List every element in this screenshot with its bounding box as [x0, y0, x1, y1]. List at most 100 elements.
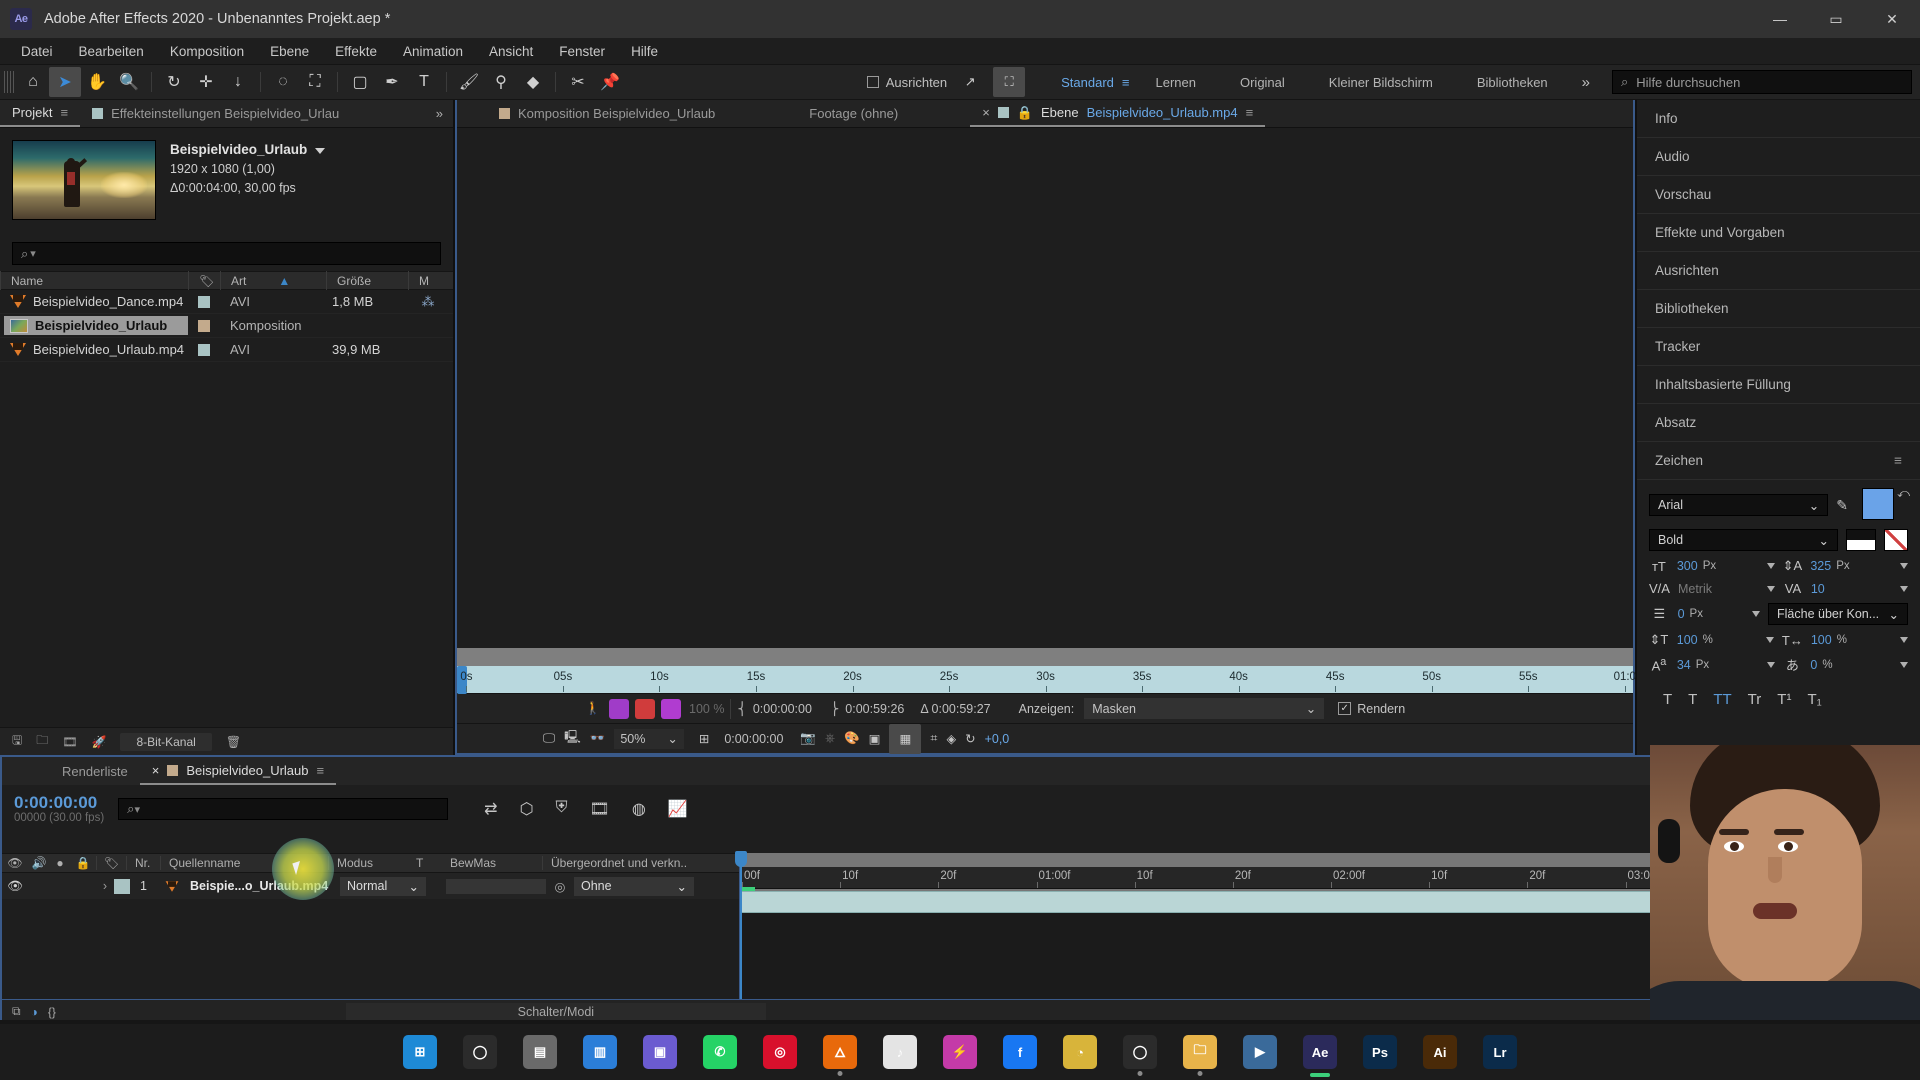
illustrator-icon[interactable]: Ai [1423, 1035, 1457, 1069]
transparency-grid-icon[interactable]: ▦ [889, 723, 922, 754]
label-column-icon[interactable]: 🏷 [188, 271, 220, 290]
monitor-icon[interactable]: 🖳 [564, 728, 581, 749]
menu-item-effekte[interactable]: Effekte [322, 41, 390, 62]
menu-item-fenster[interactable]: Fenster [546, 41, 618, 62]
horizontal-scale-field[interactable]: 100 % [1811, 633, 1908, 647]
camera-tool[interactable]: ⛶ [299, 67, 331, 97]
brush-tool[interactable]: 🖌 [453, 67, 485, 97]
layer-parent-dropdown[interactable]: Ohne ⌄ [574, 876, 694, 896]
maximize-button[interactable]: ▭ [1808, 0, 1864, 38]
column-motion-mask[interactable]: BewMas [442, 856, 542, 870]
after-effects-icon[interactable]: Ae [1303, 1035, 1337, 1077]
new-footage-icon[interactable]: 🖫 [12, 731, 22, 752]
hide-shy-layers-icon[interactable]: ⛨ [556, 799, 568, 819]
table-row[interactable]: Beispielvideo_Urlaub.mp4 AVI 39,9 MB [0, 338, 453, 362]
font-size-field[interactable]: 300 Px [1677, 559, 1775, 573]
menu-item-ansicht[interactable]: Ansicht [476, 41, 546, 62]
item-label-swatch[interactable] [198, 295, 210, 308]
roto-brush-tool[interactable]: ✂ [562, 67, 594, 97]
switches-modes-button[interactable]: Schalter/Modi [345, 1002, 766, 1021]
menu-item-hilfe[interactable]: Hilfe [618, 41, 671, 62]
menu-item-datei[interactable]: Datei [8, 41, 66, 62]
motion-blur-icon[interactable]: ◍ [632, 799, 646, 819]
channels-icon[interactable]: 🎨 [844, 731, 860, 746]
refresh-icon[interactable]: ↻ [965, 731, 975, 746]
video-editor-icon[interactable]: ▶ [1243, 1035, 1277, 1069]
delete-icon[interactable]: 🗑 [226, 735, 241, 749]
3d-view-icon[interactable]: 👓 [590, 731, 606, 746]
dock-item-info[interactable]: Info [1637, 100, 1920, 138]
layer-expand-arrow[interactable]: › [96, 879, 114, 893]
timeline-playhead[interactable] [735, 851, 747, 999]
grid-icon[interactable]: ⛶ [993, 67, 1026, 97]
fill-color-swatch[interactable] [1862, 488, 1894, 520]
clone-stamp-tool[interactable]: ⚲ [485, 67, 517, 97]
guides-icon[interactable]: ⌗ [930, 731, 937, 746]
text-style-button-1[interactable]: T [1688, 691, 1697, 708]
item-label-swatch[interactable] [198, 319, 210, 332]
tab-timeline-comp[interactable]: × Beispielvideo_Urlaub ≡ [139, 757, 337, 785]
dock-item-effekte-und-vorgaben[interactable]: Effekte und Vorgaben [1637, 214, 1920, 252]
layer-label-swatch[interactable] [114, 878, 130, 894]
toggle-switches-icon[interactable]: ⧉ [12, 1004, 21, 1019]
teams-icon[interactable]: ▣ [643, 1035, 677, 1069]
render-checkbox[interactable]: ✓ [1338, 702, 1352, 715]
pen-tool[interactable]: ✒ [376, 67, 408, 97]
dock-item-vorschau[interactable]: Vorschau [1637, 176, 1920, 214]
close-button[interactable]: ✕ [1864, 0, 1920, 38]
column-groesse[interactable]: Größe [326, 271, 408, 290]
text-style-button-5[interactable]: T₁ [1807, 691, 1821, 708]
chevron-down-icon[interactable] [1752, 611, 1760, 617]
parent-pickwhip-icon[interactable]: ◎ [546, 879, 574, 894]
widgets-icon[interactable]: ▥ [583, 1035, 617, 1069]
tsume-field[interactable]: 0 % [1810, 658, 1908, 672]
table-row[interactable]: Beispielvideo_Dance.mp4 AVI 1,8 MB ⁂ [0, 290, 453, 314]
opacity-value[interactable]: 100 % [689, 702, 724, 716]
new-folder-icon[interactable]: 🗀 [36, 731, 48, 752]
always-preview-icon[interactable]: 🖵 [543, 731, 555, 746]
text-style-button-0[interactable]: T [1663, 691, 1672, 708]
lock-icon[interactable]: 🔒 [1017, 105, 1033, 121]
chevron-down-icon[interactable] [315, 147, 326, 154]
table-row[interactable]: 👁 › 1 Beispie...o_Urlaub.mp4 Normal ⌄ ◎ … [2, 873, 739, 899]
stroke-type-dropdown[interactable]: Fläche über Kon... ⌄ [1768, 603, 1908, 625]
photoshop-icon[interactable]: Ps [1363, 1035, 1397, 1069]
workspace-tab-kleiner-bildschirm[interactable]: Kleiner Bildschirm [1307, 64, 1455, 100]
screen-capture-icon[interactable]: ◔ [1063, 1035, 1097, 1069]
project-settings-icon[interactable]: 🚀 [91, 735, 106, 749]
minimize-button[interactable]: — [1752, 0, 1808, 38]
align-checkbox[interactable] [866, 76, 879, 88]
chevron-down-icon[interactable] [1765, 637, 1774, 643]
dock-item-tracker[interactable]: Tracker [1637, 328, 1920, 366]
comp-flowchart-icon[interactable]: ◑ [31, 1005, 38, 1019]
composition-mini-flowchart-icon[interactable]: ⇄ [484, 799, 497, 819]
obs-icon[interactable]: ◯ [1123, 1035, 1157, 1076]
ruler-work-area[interactable] [457, 648, 1633, 666]
tab-effekteinstellungen[interactable]: Effekteinstellungen Beispielvideo_Urlau [80, 100, 351, 127]
search-dropdown-icon[interactable]: ▾ [134, 803, 140, 816]
chevron-down-icon[interactable] [1766, 661, 1775, 668]
table-row[interactable]: Beispielvideo_Urlaub Komposition [0, 314, 453, 338]
whatsapp-icon[interactable]: ✆ [703, 1035, 737, 1069]
panel-menu-icon[interactable]: ≡ [1894, 453, 1902, 468]
column-m[interactable]: M [408, 271, 448, 290]
start-icon[interactable]: ⊞ [403, 1035, 437, 1069]
layer-viewer-canvas[interactable] [457, 128, 1633, 665]
out-point-value[interactable]: 0:00:59:26 [845, 702, 904, 716]
column-art[interactable]: Art ▲ [220, 271, 326, 290]
chevron-down-icon[interactable] [1766, 563, 1775, 569]
label-icon[interactable]: 🏷 [96, 856, 126, 870]
vertical-scale-field[interactable]: 100 % [1677, 633, 1774, 647]
solo-icon[interactable]: ● [50, 856, 70, 870]
figure-icon[interactable]: 🚶 [577, 694, 609, 724]
column-mode[interactable]: Modus [328, 856, 408, 870]
item-name-cell[interactable]: Beispielvideo_Dance.mp4 [4, 292, 188, 311]
layer-visibility-toggle[interactable]: 👁 [2, 879, 28, 894]
black-white-swatch[interactable] [1846, 529, 1876, 551]
bit-depth-button[interactable]: 8-Bit-Kanal [120, 732, 212, 751]
kerning-field[interactable]: Metrik [1678, 582, 1776, 596]
tab-close-icon[interactable]: × [152, 763, 160, 778]
baseline-shift-field[interactable]: 34 Px [1677, 658, 1775, 672]
timeline-search-input[interactable]: ⌕ ▾ [118, 798, 449, 820]
new-comp-icon[interactable]: 🎞 [62, 735, 77, 749]
